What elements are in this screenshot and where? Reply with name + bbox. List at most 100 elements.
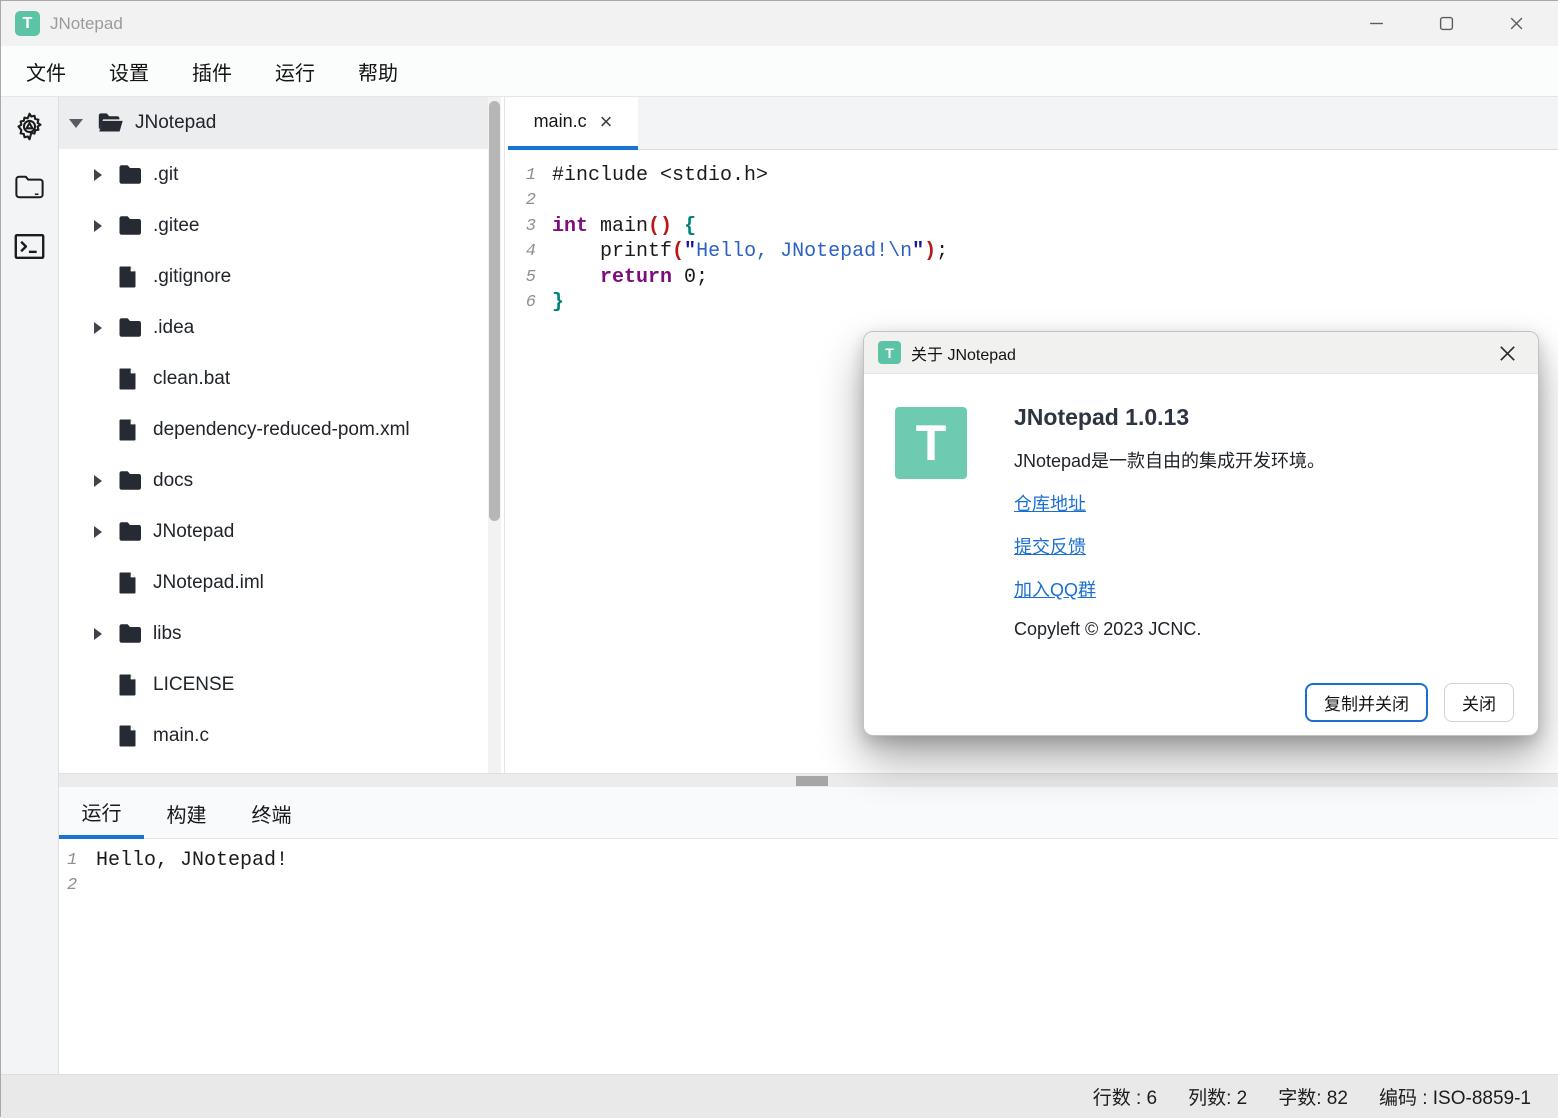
folder-open-icon: [97, 112, 124, 134]
code-line: 2: [508, 188, 1558, 213]
code-text: }: [552, 290, 564, 315]
file-icon: [118, 724, 148, 748]
code-line: 4 printf("Hello, JNotepad!\n");: [508, 239, 1558, 264]
file-icon: [118, 571, 148, 595]
file-icon: [118, 265, 148, 289]
dialog-link-join-qq-group[interactable]: 加入QQ群: [1014, 576, 1325, 602]
tree-item-license[interactable]: LICENSE: [59, 659, 488, 710]
files-folder-icon: [14, 173, 45, 200]
close-button[interactable]: [1481, 1, 1551, 46]
caret-right-icon: [94, 220, 118, 232]
tree-item-git[interactable]: .git: [59, 149, 488, 200]
tree-items: .git .gitee .gitignore .idea clean.bat depend…: [59, 149, 488, 761]
dialog-body: T JNotepad 1.0.13 JNotepad是一款自由的集成开发环境。 …: [864, 374, 1538, 736]
caret-right-icon: [94, 322, 118, 334]
dialog-close-button[interactable]: [1492, 332, 1522, 374]
terminal-button[interactable]: [14, 230, 46, 262]
folder-icon: [118, 623, 148, 644]
menu-item-file[interactable]: 文件: [26, 57, 66, 86]
output-line-number: 1: [59, 848, 81, 873]
line-number: 6: [508, 290, 536, 315]
tree-scrollbar: [488, 97, 501, 773]
tree-item-label: main.c: [153, 725, 209, 747]
window-controls: [1341, 1, 1551, 46]
dialog-logo: T: [895, 407, 967, 479]
file-icon: [118, 367, 148, 391]
tab-label: main.c: [534, 111, 587, 132]
caret-down-icon: [69, 119, 83, 128]
dialog-content: JNotepad 1.0.13 JNotepad是一款自由的集成开发环境。 仓库…: [1014, 404, 1325, 640]
status-line-count: 行数 : 6: [1093, 1083, 1157, 1110]
folder-icon: [118, 317, 148, 338]
file-tree: JNotepad .git .gitee .gitignore .idea clean.…: [59, 97, 488, 773]
status-char-count: 字数: 82: [1278, 1083, 1348, 1110]
settings-button[interactable]: [14, 110, 46, 142]
tree-item-idea[interactable]: .idea: [59, 302, 488, 353]
folder-icon: [118, 470, 148, 491]
dialog-buttons: 复制并关闭关闭: [1305, 683, 1514, 722]
dialog-heading: JNotepad 1.0.13: [1014, 404, 1325, 431]
tab-close-icon[interactable]: ×: [600, 113, 613, 131]
menu-item-help[interactable]: 帮助: [358, 57, 398, 86]
maximize-button[interactable]: [1411, 1, 1481, 46]
tree-item-label: .idea: [153, 317, 194, 339]
dialog-link-feedback[interactable]: 提交反馈: [1014, 533, 1325, 559]
tree-item-main-c[interactable]: main.c: [59, 710, 488, 761]
dialog-app-icon: T: [878, 341, 901, 364]
tree-root-label: JNotepad: [135, 112, 216, 134]
tree-item-label: docs: [153, 470, 193, 492]
horizontal-scrollbar-thumb[interactable]: [796, 776, 828, 786]
dialog-link-repository[interactable]: 仓库地址: [1014, 490, 1325, 516]
tree-item-label: .gitignore: [153, 266, 231, 288]
jnotepad-window: { "colors": { "accent": "#1774d4", "bran…: [0, 0, 1558, 1117]
menu-item-run[interactable]: 运行: [275, 57, 315, 86]
code-line: 1 #include <stdio.h>: [508, 163, 1558, 188]
tree-item-clean-bat[interactable]: clean.bat: [59, 353, 488, 404]
terminal-icon: [14, 233, 45, 260]
editor-tab-bar: main.c ×: [508, 97, 1558, 150]
output-line: 1Hello, JNotepad!: [59, 848, 1558, 873]
dialog-button-copy-and-close[interactable]: 复制并关闭: [1305, 683, 1428, 722]
caret-right-icon: [94, 628, 118, 640]
line-number: 5: [508, 265, 536, 290]
folder-icon: [118, 164, 148, 185]
tree-scrollbar-thumb[interactable]: [489, 101, 500, 521]
tree-item-label: JNotepad: [153, 521, 234, 543]
tree-item-jnotepad-iml[interactable]: JNotepad.iml: [59, 557, 488, 608]
file-explorer-button[interactable]: [14, 170, 46, 202]
code-line: 3int main() {: [508, 214, 1558, 239]
code-text: #include <stdio.h>: [552, 163, 768, 188]
panel-tab-terminal[interactable]: 终端: [229, 787, 314, 839]
caret-right-icon: [94, 169, 118, 181]
about-dialog: T 关于 JNotepad T JNotepad 1.0.13 JNotepad…: [863, 331, 1539, 736]
dialog-button-close[interactable]: 关闭: [1444, 683, 1514, 722]
close-icon: [1509, 16, 1524, 31]
caret-right-icon: [94, 526, 118, 538]
minimize-icon: [1369, 16, 1384, 31]
tree-item-libs[interactable]: libs: [59, 608, 488, 659]
tree-item-jnotepad[interactable]: JNotepad: [59, 506, 488, 557]
dialog-links: 仓库地址提交反馈加入QQ群: [1014, 490, 1325, 602]
tab-main-c[interactable]: main.c ×: [508, 97, 638, 150]
tree-item-gitee[interactable]: .gitee: [59, 200, 488, 251]
tree-item-label: .gitee: [153, 215, 199, 237]
bottom-panel: 运行构建终端 1Hello, JNotepad!2: [59, 787, 1558, 1074]
tree-item-jnotepad-root[interactable]: JNotepad: [59, 97, 488, 149]
tree-item-docs[interactable]: docs: [59, 455, 488, 506]
run-output-area[interactable]: 1Hello, JNotepad!2: [59, 839, 1558, 899]
panel-tab-build[interactable]: 构建: [144, 787, 229, 839]
menu-item-plugins[interactable]: 插件: [192, 57, 232, 86]
output-lines: 1Hello, JNotepad!2: [59, 848, 1558, 899]
tree-item-gitignore[interactable]: .gitignore: [59, 251, 488, 302]
tree-editor-divider[interactable]: [504, 97, 505, 773]
minimize-button[interactable]: [1341, 1, 1411, 46]
tree-item-label: dependency-reduced-pom.xml: [153, 419, 410, 441]
panel-tab-run[interactable]: 运行: [59, 787, 144, 839]
line-number: 1: [508, 163, 536, 188]
line-number: 2: [508, 188, 536, 213]
menu-item-settings[interactable]: 设置: [109, 57, 149, 86]
activity-bar: [1, 97, 59, 1074]
tree-item-dependency-reduced-pom-xml[interactable]: dependency-reduced-pom.xml: [59, 404, 488, 455]
folder-icon: [118, 521, 148, 542]
output-line: 2: [59, 873, 1558, 898]
